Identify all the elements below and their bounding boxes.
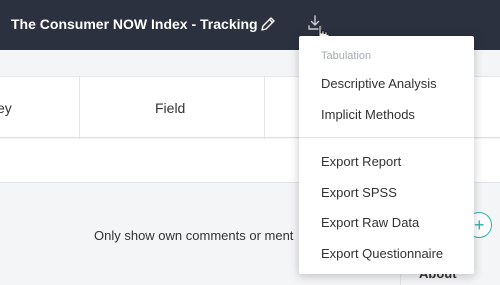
column-divider (79, 77, 80, 139)
column-header-field[interactable]: Field (155, 100, 185, 116)
menu-item-export-raw-data[interactable]: Export Raw Data (321, 215, 419, 230)
menu-section-tabulation: Tabulation (321, 50, 372, 62)
menu-divider (299, 137, 474, 138)
pencil-icon[interactable] (259, 15, 277, 33)
plus-icon: + (474, 215, 485, 235)
page-title: The Consumer NOW Index - Tracking (11, 16, 258, 32)
menu-item-export-questionnaire[interactable]: Export Questionnaire (321, 246, 443, 261)
menu-item-export-spss[interactable]: Export SPSS (321, 185, 397, 200)
download-dropdown-menu: Tabulation Descriptive Analysis Implicit… (299, 36, 474, 274)
comments-filter-label[interactable]: Only show own comments or ment (94, 228, 293, 243)
menu-item-export-report[interactable]: Export Report (321, 154, 401, 169)
menu-item-implicit-methods[interactable]: Implicit Methods (321, 107, 415, 122)
column-divider (264, 77, 265, 139)
menu-item-descriptive-analysis[interactable]: Descriptive Analysis (321, 76, 437, 91)
column-header-key[interactable]: ey (0, 100, 12, 116)
